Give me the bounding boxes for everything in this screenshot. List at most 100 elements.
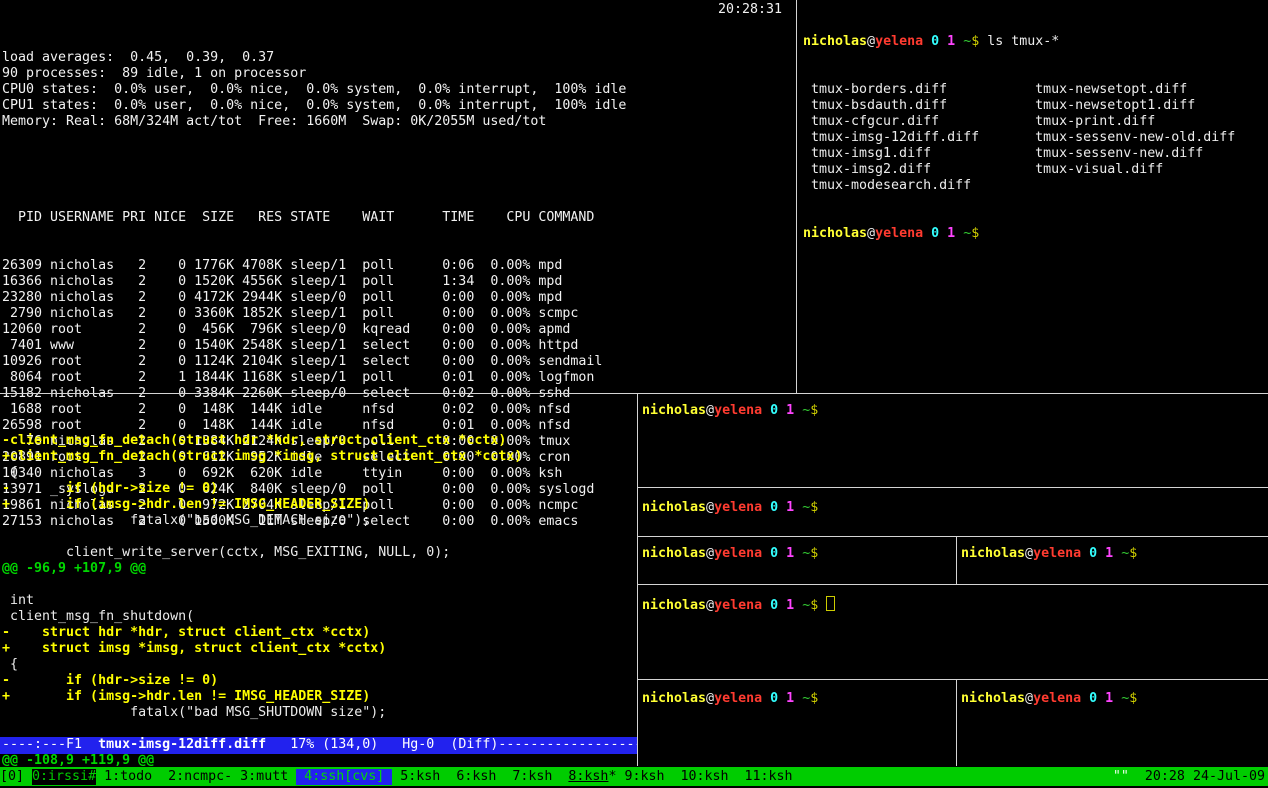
process-row: 12060 root 2 0 456K 796K sleep/0 kqread … bbox=[2, 322, 792, 338]
prompt-tilde: ~ bbox=[802, 500, 810, 515]
prompt-space bbox=[762, 546, 770, 561]
prompt-host: yelena bbox=[1033, 546, 1081, 561]
process-row: 8064 root 2 1 1844K 1168K sleep/1 poll 0… bbox=[2, 370, 792, 386]
pane-border-v1[interactable] bbox=[956, 537, 957, 584]
prompt-user: nicholas bbox=[642, 598, 706, 613]
shell-prompt: nicholas@yelena 0 1 ~$ bbox=[803, 226, 979, 241]
terminal-cursor[interactable] bbox=[826, 596, 835, 611]
prompt-shlvl: 1 bbox=[947, 226, 955, 241]
pane-border-v2[interactable] bbox=[956, 680, 957, 766]
prompt-user: nicholas bbox=[642, 546, 706, 561]
prompt-shlvl: 1 bbox=[947, 34, 955, 49]
prompt-space bbox=[762, 598, 770, 613]
window-list-a[interactable]: 1:todo 2:ncmpc- 3:mutt bbox=[96, 769, 296, 785]
prompt-tilde: ~ bbox=[802, 691, 810, 706]
shell-prompt: nicholas@yelena 0 1 ~$ bbox=[803, 34, 979, 49]
process-row: 7401 www 2 0 1540K 2548K sleep/1 select … bbox=[2, 338, 792, 354]
prompt-tilde: ~ bbox=[802, 403, 810, 418]
pane-shell-c[interactable]: nicholas@yelena 0 1 ~$ bbox=[642, 546, 818, 562]
diff-line-ctx bbox=[2, 529, 634, 545]
shell-prompt: nicholas@yelena 0 1 ~$ bbox=[642, 691, 818, 706]
prompt-space bbox=[778, 546, 786, 561]
pane-border-h3[interactable] bbox=[638, 584, 1268, 585]
prompt-host: yelena bbox=[714, 598, 762, 613]
prompt-histnum: 0 bbox=[1089, 546, 1097, 561]
prompt-host: yelena bbox=[714, 500, 762, 515]
diff-line-del: -client_msg_fn_detach(struct hdr *hdr, s… bbox=[2, 433, 634, 449]
prompt-histnum: 0 bbox=[1089, 691, 1097, 706]
window-list-b[interactable]: 5:ksh 6:ksh 7:ksh bbox=[392, 769, 568, 785]
prompt-dollar: $ bbox=[810, 691, 818, 706]
prompt-tilde: ~ bbox=[1121, 691, 1129, 706]
top-summary-line: 90 processes: 89 idle, 1 on processor bbox=[2, 66, 792, 82]
prompt-at-sign: @ bbox=[706, 546, 714, 561]
shell-prompt: nicholas@yelena 0 1 ~$ bbox=[961, 546, 1137, 561]
prompt-dollar: $ bbox=[1129, 691, 1137, 706]
pane-shell-ls[interactable]: nicholas@yelena 0 1 ~$ls tmux-* tmux-bor… bbox=[803, 2, 1265, 274]
process-row: 26309 nicholas 2 0 1776K 4708K sleep/1 p… bbox=[2, 258, 792, 274]
window-item-irssi[interactable]: 0:irssi# bbox=[32, 769, 96, 785]
pane-shell-g[interactable]: nicholas@yelena 0 1 ~$ bbox=[961, 691, 1137, 707]
pane-border-h4[interactable] bbox=[638, 679, 1268, 680]
prompt-user: nicholas bbox=[642, 691, 706, 706]
file-row: tmux-bsdauth.diff tmux-newsetopt1.diff bbox=[803, 98, 1265, 114]
prompt-user: nicholas bbox=[961, 546, 1025, 561]
prompt-space bbox=[794, 598, 802, 613]
process-table-header: PID USERNAME PRI NICE SIZE RES STATE WAI… bbox=[2, 210, 792, 226]
diff-line-ctx: fatalx("bad MSG_DETACH size"); bbox=[2, 513, 634, 529]
pane-shell-active[interactable]: nicholas@yelena 0 1 ~$ bbox=[642, 596, 835, 614]
diff-line-hunk: @@ -96,9 +107,9 @@ bbox=[2, 561, 634, 577]
pane-border-h1[interactable] bbox=[638, 487, 1268, 488]
pane-shell-d[interactable]: nicholas@yelena 0 1 ~$ bbox=[961, 546, 1137, 562]
prompt-at-sign: @ bbox=[706, 403, 714, 418]
prompt-tilde: ~ bbox=[963, 34, 971, 49]
process-row: 2790 nicholas 2 0 3360K 1852K sleep/1 po… bbox=[2, 306, 792, 322]
status-session-title: "" bbox=[1113, 769, 1129, 785]
prompt-space bbox=[794, 403, 802, 418]
prompt-tilde: ~ bbox=[802, 546, 810, 561]
prompt-histnum: 0 bbox=[770, 500, 778, 515]
process-row: 16366 nicholas 2 0 1520K 4556K sleep/1 p… bbox=[2, 274, 792, 290]
diff-content: -client_msg_fn_detach(struct hdr *hdr, s… bbox=[2, 433, 634, 769]
pane-border-vertical-bottom[interactable] bbox=[637, 394, 638, 766]
window-item-current-ksh[interactable]: 8:ksh bbox=[568, 769, 608, 785]
prompt-shlvl: 1 bbox=[1105, 691, 1113, 706]
prompt-host: yelena bbox=[714, 403, 762, 418]
pane-shell-b[interactable]: nicholas@yelena 0 1 ~$ bbox=[642, 500, 818, 516]
diff-line-ctx bbox=[2, 721, 634, 737]
pane-border-h2[interactable] bbox=[638, 536, 1268, 537]
prompt-space bbox=[778, 691, 786, 706]
pane-emacs-diff[interactable]: -client_msg_fn_detach(struct hdr *hdr, s… bbox=[2, 401, 634, 788]
prompt-space bbox=[939, 226, 947, 241]
pane-shell-a[interactable]: nicholas@yelena 0 1 ~$ bbox=[642, 403, 818, 419]
prompt-at-sign: @ bbox=[867, 34, 875, 49]
prompt-at-sign: @ bbox=[1025, 691, 1033, 706]
process-row: 23280 nicholas 2 0 4172K 2944K sleep/0 p… bbox=[2, 290, 792, 306]
prompt-space bbox=[1097, 546, 1105, 561]
prompt-space bbox=[923, 34, 931, 49]
modeline-filename: tmux-imsg-12diff.diff bbox=[98, 737, 266, 752]
diff-line-ctx: { bbox=[2, 465, 634, 481]
window-item-ssh-cvs[interactable]: 4:ssh[cvs] bbox=[296, 769, 392, 785]
diff-line-ctx: fatalx("bad MSG_SHUTDOWN size"); bbox=[2, 705, 634, 721]
diff-line-del: - if (hdr->size != 0) bbox=[2, 481, 634, 497]
prompt-space bbox=[1113, 546, 1121, 561]
prompt-histnum: 0 bbox=[770, 546, 778, 561]
prompt-space bbox=[794, 691, 802, 706]
prompt-at-sign: @ bbox=[706, 598, 714, 613]
file-row: tmux-imsg1.diff tmux-sessenv-new.diff bbox=[803, 146, 1265, 162]
prompt-dollar: $ bbox=[810, 500, 818, 515]
top-summary-line: CPU1 states: 0.0% user, 0.0% nice, 0.0% … bbox=[2, 98, 792, 114]
prompt-space bbox=[923, 226, 931, 241]
prompt-space bbox=[1081, 546, 1089, 561]
window-list-c[interactable]: * 9:ksh 10:ksh 11:ksh bbox=[608, 769, 792, 785]
pane-border-vertical-top[interactable] bbox=[796, 0, 797, 393]
prompt-at-sign: @ bbox=[706, 500, 714, 515]
modeline-prefix: ----:---F1 bbox=[2, 737, 98, 752]
prompt-at-sign: @ bbox=[706, 691, 714, 706]
pane-border-horizontal-main[interactable] bbox=[0, 393, 1268, 394]
file-row: tmux-imsg-12diff.diff tmux-sessenv-new-o… bbox=[803, 130, 1265, 146]
pane-shell-f[interactable]: nicholas@yelena 0 1 ~$ bbox=[642, 691, 818, 707]
status-session-name: [0] bbox=[0, 769, 32, 785]
shell-prompt: nicholas@yelena 0 1 ~$ bbox=[642, 546, 818, 561]
